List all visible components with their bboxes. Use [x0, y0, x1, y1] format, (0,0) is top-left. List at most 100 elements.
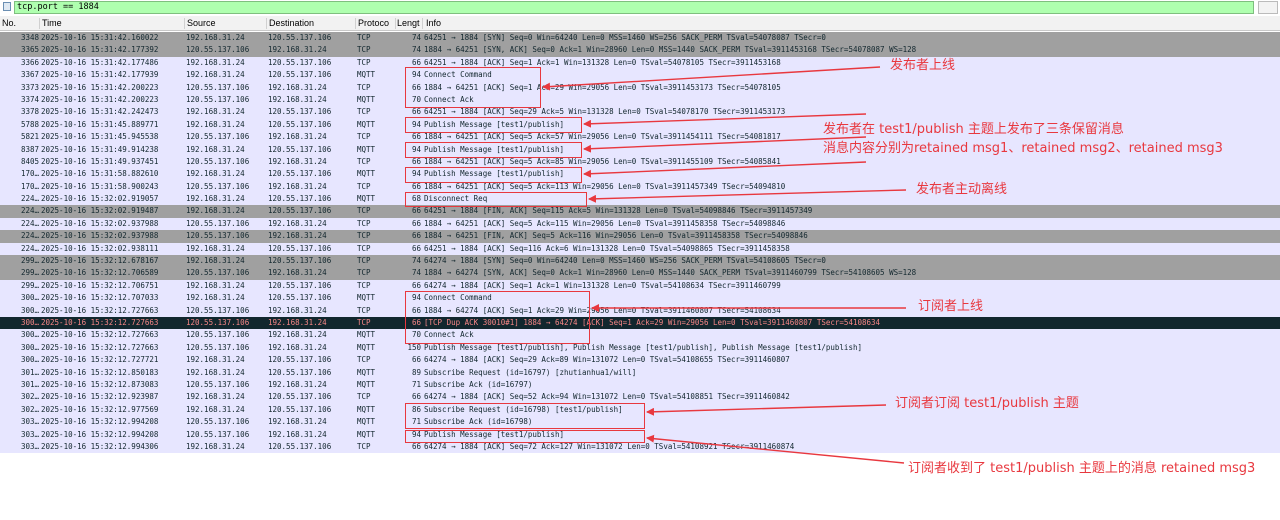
column-header-source[interactable]: Source — [187, 16, 265, 30]
cell-destination: 192.168.31.24 — [268, 305, 327, 315]
column-header-time[interactable]: Time — [42, 16, 182, 30]
column-divider[interactable] — [422, 18, 423, 29]
annotation-published-line2: 消息内容分别为retained msg1、retained msg2、retai… — [823, 141, 1223, 156]
cell-destination: 120.55.137.106 — [268, 355, 332, 365]
cell-protocol: TCP — [357, 57, 371, 67]
cell-source: 120.55.137.106 — [186, 45, 250, 55]
cell-no: 3365 — [20, 45, 39, 55]
cell-time: 2025-10-16 15:31:42.200223 — [41, 94, 159, 104]
column-divider[interactable] — [184, 18, 185, 29]
column-header-destination[interactable]: Destination — [269, 16, 355, 30]
cell-time: 2025-10-16 15:32:12.678167 — [41, 256, 159, 266]
cell-protocol: MQTT — [357, 169, 376, 179]
cell-protocol: TCP — [357, 181, 371, 191]
cell-protocol: MQTT — [357, 119, 376, 129]
packet-row[interactable]: 224… 2025-10-16 15:32:02.919487 192.168.31… — [0, 205, 1280, 218]
cell-source: 192.168.31.24 — [186, 243, 245, 253]
cell-destination: 120.55.137.106 — [268, 367, 332, 377]
cell-info: 64251 → 1884 [SYN] Seq=0 Win=64240 Len=0… — [424, 33, 826, 42]
packet-row[interactable]: 300… 2025-10-16 15:32:12.727663 120.55.137… — [0, 304, 1280, 317]
packet-row[interactable]: 302… 2025-10-16 15:32:12.977569 192.168.31… — [0, 403, 1280, 417]
packet-row[interactable]: 3373 2025-10-16 15:31:42.200223 120.55.137… — [0, 81, 1280, 94]
cell-protocol: MQTT — [357, 70, 376, 80]
cell-info: 1884 → 64251 [ACK] Seq=5 Ack=113 Win=290… — [424, 181, 786, 191]
cell-protocol: MQTT — [357, 429, 376, 439]
cell-source: 120.55.137.106 — [186, 82, 250, 92]
cell-length: 71 — [411, 379, 421, 389]
packet-row[interactable]: 299… 2025-10-16 15:32:12.706589 120.55.137… — [0, 267, 1280, 280]
packet-row[interactable]: 3348 2025-10-16 15:31:42.160022 192.168.31… — [0, 32, 1280, 45]
packet-row[interactable]: 3367 2025-10-16 15:31:42.177939 192.168.31… — [0, 69, 1280, 82]
cell-destination: 192.168.31.24 — [268, 379, 327, 389]
packet-row[interactable]: 303… 2025-10-16 15:32:12.994208 120.55.137… — [0, 416, 1280, 429]
cell-info: Publish Message [test1/publish], Publish… — [424, 342, 862, 352]
cell-destination: 120.55.137.106 — [268, 194, 332, 204]
packet-row[interactable]: 170… 2025-10-16 15:31:58.882610 192.168.31… — [0, 168, 1280, 181]
cell-time: 2025-10-16 15:32:12.706751 — [41, 280, 159, 290]
packet-row[interactable]: 3374 2025-10-16 15:31:42.200223 120.55.137… — [0, 93, 1280, 107]
packet-row[interactable]: 300… 2025-10-16 15:32:12.727663 120.55.137… — [0, 316, 1280, 330]
cell-no: 170… — [20, 169, 39, 179]
cell-length: 66 — [411, 355, 421, 365]
cell-length: 94 — [411, 119, 421, 129]
cell-destination: 192.168.31.24 — [268, 429, 327, 439]
cell-info: Connect Command — [424, 70, 492, 80]
packet-row[interactable]: 300… 2025-10-16 15:32:12.727721 192.168.31… — [0, 354, 1280, 367]
packet-row[interactable]: 3366 2025-10-16 15:31:42.177486 192.168.31… — [0, 56, 1280, 70]
packet-row[interactable]: 302… 2025-10-16 15:32:12.923987 192.168.31… — [0, 391, 1280, 404]
cell-destination: 120.55.137.106 — [268, 243, 332, 253]
cell-source: 120.55.137.106 — [186, 231, 250, 241]
packet-row[interactable]: 303… 2025-10-16 15:32:12.994208 120.55.137… — [0, 428, 1280, 441]
column-header-protocol[interactable]: Protoco — [358, 16, 394, 30]
packet-row[interactable]: 299… 2025-10-16 15:32:12.678167 192.168.31… — [0, 255, 1280, 268]
cell-no: 8405 — [20, 156, 39, 166]
cell-destination: 192.168.31.24 — [268, 132, 327, 142]
cell-no: 303… — [20, 417, 39, 427]
cell-time: 2025-10-16 15:32:02.919057 — [41, 194, 159, 204]
cell-no: 303… — [20, 429, 39, 439]
cell-info: 1884 → 64251 [ACK] Seq=5 Ack=115 Win=290… — [424, 218, 786, 228]
cell-info: Subscribe Ack (id=16797) — [424, 379, 533, 389]
filter-dropdown-button[interactable] — [1258, 1, 1278, 14]
packet-row[interactable]: 301… 2025-10-16 15:32:12.850183 192.168.31… — [0, 366, 1280, 379]
cell-no: 3374 — [20, 94, 39, 104]
cell-destination: 192.168.31.24 — [268, 82, 327, 92]
packet-row[interactable]: 301… 2025-10-16 15:32:12.873083 120.55.137… — [0, 378, 1280, 392]
cell-protocol: TCP — [357, 441, 371, 451]
packet-row[interactable]: 170… 2025-10-16 15:31:58.900243 120.55.137… — [0, 180, 1280, 194]
column-header-length[interactable]: Lengt — [397, 16, 421, 30]
packet-row[interactable]: 224… 2025-10-16 15:32:02.919057 192.168.31… — [0, 193, 1280, 206]
cell-no: 224… — [20, 231, 39, 241]
display-filter-input[interactable]: tcp.port == 1884 — [14, 1, 1254, 14]
cell-protocol: MQTT — [357, 330, 376, 340]
cell-no: 303… — [20, 441, 39, 451]
packet-row[interactable]: 300… 2025-10-16 15:32:12.727663 120.55.137… — [0, 329, 1280, 342]
packet-row[interactable]: 300… 2025-10-16 15:32:12.727663 120.55.137… — [0, 341, 1280, 355]
cell-time: 2025-10-16 15:32:12.727663 — [41, 317, 159, 327]
packet-row[interactable]: 300… 2025-10-16 15:32:12.707033 192.168.31… — [0, 292, 1280, 305]
cell-source: 192.168.31.24 — [186, 256, 245, 266]
cell-length: 66 — [411, 181, 421, 191]
cell-no: 5788 — [20, 119, 39, 129]
column-divider[interactable] — [39, 18, 40, 29]
packet-row[interactable]: 299… 2025-10-16 15:32:12.706751 192.168.31… — [0, 279, 1280, 293]
column-divider[interactable] — [355, 18, 356, 29]
packet-row[interactable]: 8405 2025-10-16 15:31:49.937451 120.55.137… — [0, 155, 1280, 169]
column-divider[interactable] — [395, 18, 396, 29]
packet-row[interactable]: 224… 2025-10-16 15:32:02.937988 120.55.137… — [0, 230, 1280, 243]
cell-time: 2025-10-16 15:31:58.882610 — [41, 169, 159, 179]
cell-info: Connect Ack — [424, 330, 474, 340]
packet-row[interactable]: 224… 2025-10-16 15:32:02.938111 192.168.31… — [0, 242, 1280, 256]
column-divider[interactable] — [266, 18, 267, 29]
cell-time: 2025-10-16 15:32:12.994306 — [41, 441, 159, 451]
column-header-info[interactable]: Info — [426, 16, 466, 30]
packet-row[interactable]: 303… 2025-10-16 15:32:12.994306 192.168.31… — [0, 440, 1280, 454]
column-header-no[interactable]: No. — [2, 16, 38, 30]
cell-length: 66 — [411, 317, 421, 327]
cell-time: 2025-10-16 15:31:42.177486 — [41, 57, 159, 67]
cell-info: 64274 → 1884 [ACK] Seq=1 Ack=1 Win=13132… — [424, 280, 781, 290]
packet-row[interactable]: 224… 2025-10-16 15:32:02.937988 120.55.137… — [0, 217, 1280, 231]
bookmark-icon[interactable] — [3, 2, 11, 11]
packet-row[interactable]: 3378 2025-10-16 15:31:42.242473 192.168.31… — [0, 106, 1280, 119]
packet-row[interactable]: 3365 2025-10-16 15:31:42.177392 120.55.137… — [0, 44, 1280, 57]
